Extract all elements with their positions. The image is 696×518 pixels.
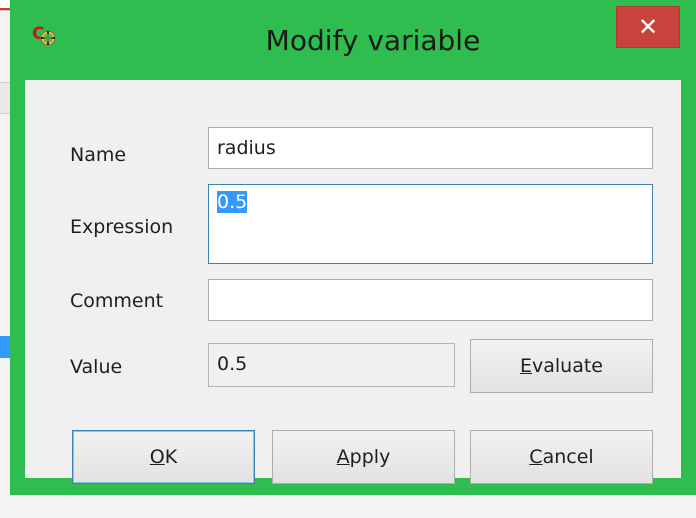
close-button[interactable]: ✕	[616, 6, 680, 48]
name-field[interactable]	[208, 127, 653, 169]
expression-selected-text: 0.5	[217, 191, 248, 213]
dialog-title: Modify variable	[265, 24, 481, 57]
cancel-mnemonic: C	[529, 446, 543, 468]
apply-mnemonic: A	[336, 446, 350, 468]
apply-button[interactable]: Apply	[272, 430, 455, 484]
apply-label: pply	[349, 446, 391, 468]
dialog-body: Name Expression 0.5 Comment Value 0.5 Ev…	[25, 80, 681, 484]
cancel-button[interactable]: Cancel	[470, 430, 653, 484]
comment-label: Comment	[70, 290, 164, 312]
ok-mnemonic: O	[149, 446, 165, 468]
close-icon: ✕	[637, 13, 659, 41]
evaluate-button[interactable]: Evaluate	[470, 339, 653, 393]
ok-label: K	[164, 446, 178, 468]
modify-variable-dialog: C Modify variable ✕ Name Expression 0.5 …	[10, 0, 696, 495]
background-selection	[0, 336, 10, 358]
value-display: 0.5	[208, 343, 455, 387]
cancel-label: ancel	[542, 446, 594, 468]
comment-field[interactable]	[208, 279, 653, 321]
value-label: Value	[70, 356, 123, 378]
name-label: Name	[70, 144, 127, 166]
evaluate-mnemonic: E	[519, 355, 532, 377]
title-bar[interactable]: C Modify variable ✕	[10, 0, 696, 80]
expression-label: Expression	[70, 216, 174, 238]
evaluate-label: valuate	[532, 355, 603, 377]
expression-field[interactable]: 0.5	[208, 184, 653, 264]
ok-button[interactable]: OK	[72, 430, 255, 484]
